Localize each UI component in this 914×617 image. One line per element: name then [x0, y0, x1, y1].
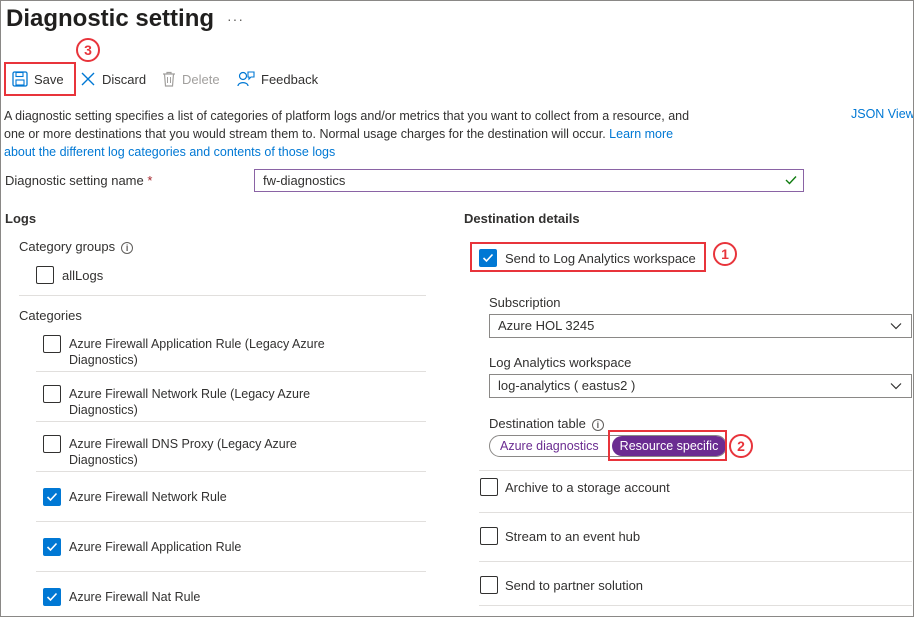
- page-title: Diagnostic setting: [6, 5, 215, 32]
- log-analytics-checkbox[interactable]: [479, 249, 497, 267]
- category-checkbox[interactable]: [43, 588, 61, 606]
- archive-label: Archive to a storage account: [505, 480, 670, 495]
- workspace-dropdown[interactable]: log-analytics ( eastus2 ): [489, 374, 912, 398]
- category-label: Azure Firewall DNS Proxy (Legacy Azure D…: [69, 437, 297, 467]
- feedback-label: Feedback: [261, 71, 319, 87]
- valid-check-icon: [785, 176, 797, 185]
- delete-label: Delete: [182, 71, 220, 87]
- divider: [19, 295, 426, 296]
- divider: [479, 605, 912, 606]
- partner-solution-checkbox[interactable]: [480, 576, 498, 594]
- subscription-dropdown[interactable]: Azure HOL 3245: [489, 314, 912, 338]
- workspace-label: Log Analytics workspace: [489, 355, 632, 370]
- category-label: Azure Firewall Application Rule: [69, 540, 242, 554]
- save-icon: [12, 71, 28, 87]
- divider: [36, 371, 426, 372]
- log-analytics-label: Send to Log Analytics workspace: [505, 251, 696, 266]
- discard-label: Discard: [102, 71, 147, 87]
- category-checkbox[interactable]: [43, 538, 61, 556]
- divider: [479, 561, 912, 562]
- categories-label: Categories: [19, 308, 82, 323]
- setting-name-label: Diagnostic setting name *: [5, 173, 152, 188]
- event-hub-label: Stream to an event hub: [505, 529, 641, 544]
- info-icon: i: [591, 418, 604, 431]
- destination-heading: Destination details: [464, 211, 580, 226]
- divider: [36, 571, 426, 572]
- checkmark-icon: [46, 542, 58, 552]
- close-icon: [81, 72, 95, 86]
- divider: [36, 521, 426, 522]
- subscription-label: Subscription: [489, 295, 561, 310]
- category-checkbox[interactable]: [43, 488, 61, 506]
- feedback-button[interactable]: Feedback: [237, 67, 318, 91]
- category-label: Azure Firewall Network Rule (Legacy Azur…: [69, 387, 311, 417]
- delete-button[interactable]: Delete: [162, 67, 220, 91]
- divider: [479, 470, 912, 471]
- checkmark-icon: [46, 492, 58, 502]
- setting-name-label-text: Diagnostic setting name: [5, 173, 144, 188]
- trash-icon: [163, 71, 175, 87]
- category-groups-label: Category groups i: [19, 239, 134, 254]
- resource-specific-highlight-box: [608, 430, 727, 461]
- destination-table-text: Destination table: [489, 416, 586, 431]
- divider: [36, 421, 426, 422]
- description-text: A diagnostic setting specifies a list of…: [4, 107, 704, 161]
- category-groups-text: Category groups: [19, 239, 116, 254]
- step-2-marker: 2: [729, 434, 753, 458]
- checkmark-icon: [482, 253, 494, 263]
- save-label: Save: [34, 71, 64, 87]
- chevron-down-icon: [890, 323, 902, 330]
- more-options-button[interactable]: ···: [227, 11, 244, 27]
- all-logs-label: allLogs: [62, 268, 104, 283]
- category-checkbox[interactable]: [43, 335, 61, 353]
- category-checkbox[interactable]: [43, 385, 61, 403]
- subscription-value: Azure HOL 3245: [498, 318, 595, 333]
- category-label: Azure Firewall Network Rule: [69, 490, 227, 504]
- logs-heading: Logs: [5, 211, 37, 226]
- required-mark: *: [147, 173, 153, 188]
- chevron-down-icon: [890, 383, 902, 390]
- step-3-marker: 3: [76, 38, 100, 62]
- divider: [479, 512, 912, 513]
- azure-diagnostics-option[interactable]: Azure diagnostics: [500, 436, 599, 456]
- archive-checkbox[interactable]: [480, 478, 498, 496]
- event-hub-checkbox[interactable]: [480, 527, 498, 545]
- all-logs-checkbox[interactable]: [36, 266, 54, 284]
- partner-solution-label: Send to partner solution: [505, 578, 644, 593]
- feedback-icon: [237, 71, 255, 87]
- step-1-marker: 1: [713, 242, 737, 266]
- category-label: Azure Firewall Nat Rule: [69, 590, 201, 604]
- json-view-link[interactable]: JSON View: [851, 107, 913, 121]
- checkmark-icon: [46, 592, 58, 602]
- setting-name-input[interactable]: fw-diagnostics: [254, 169, 804, 192]
- divider: [36, 471, 426, 472]
- destination-table-label: Destination table i: [489, 416, 604, 431]
- diagnostic-setting-blade: Diagnostic setting ··· 3 Save Discard De…: [0, 0, 914, 617]
- discard-button[interactable]: Discard: [80, 67, 146, 91]
- workspace-value: log-analytics ( eastus2 ): [498, 378, 636, 393]
- category-label: Azure Firewall Application Rule (Legacy …: [69, 337, 325, 367]
- category-checkbox[interactable]: [43, 435, 61, 453]
- description-body: A diagnostic setting specifies a list of…: [4, 109, 690, 141]
- save-button[interactable]: Save: [12, 67, 64, 91]
- setting-name-value: fw-diagnostics: [263, 173, 346, 188]
- info-icon: i: [121, 241, 134, 254]
